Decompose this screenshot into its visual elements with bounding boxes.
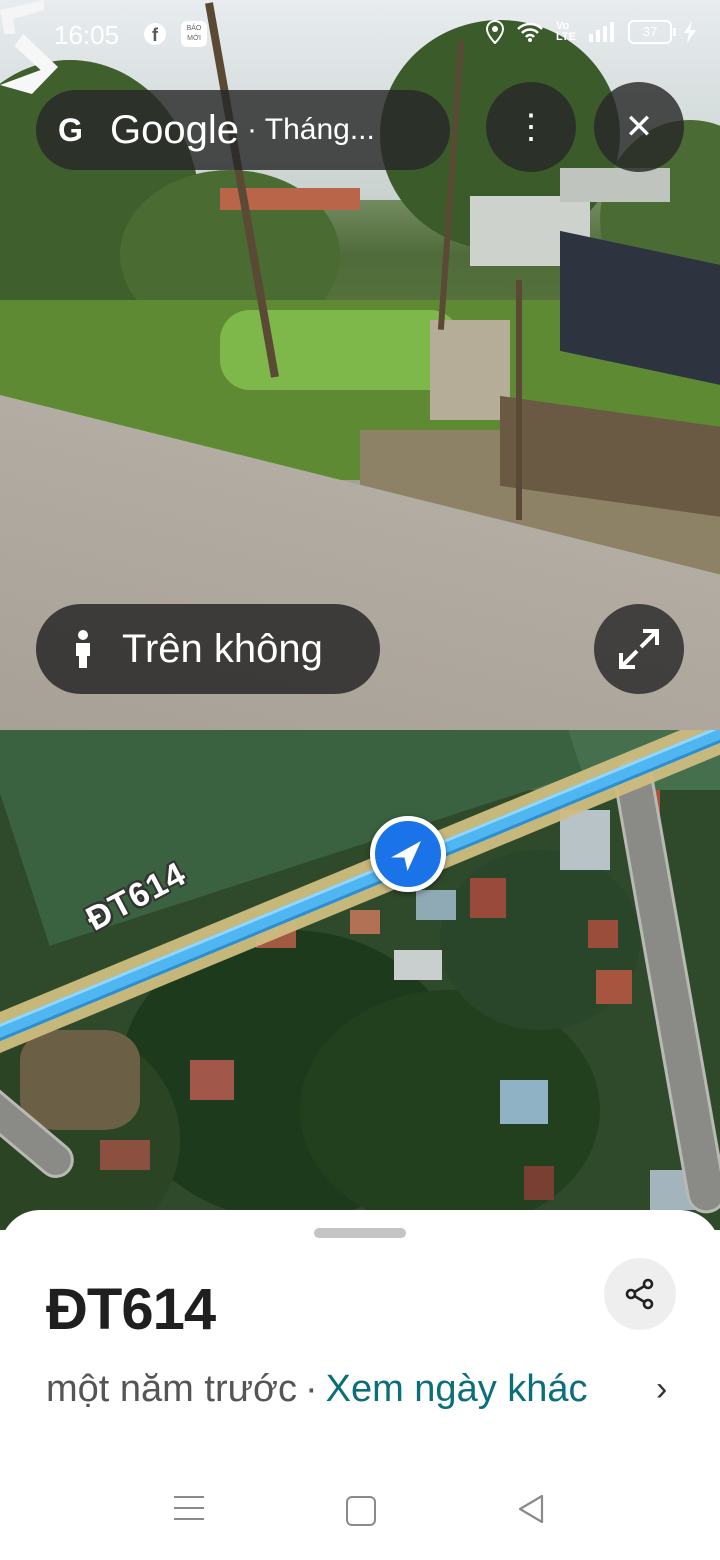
share-icon <box>625 1278 654 1310</box>
building <box>416 890 456 920</box>
google-logo-icon: G <box>58 112 83 148</box>
close-button[interactable]: ✕ <box>594 82 684 172</box>
building <box>596 970 632 1004</box>
building <box>394 950 442 980</box>
expand-button[interactable] <box>594 604 684 694</box>
tree-trunk <box>516 280 522 520</box>
charging-icon <box>684 21 696 43</box>
facebook-icon: f <box>144 23 166 45</box>
baomoi-icon: BÁO MỚI <box>181 21 207 47</box>
building <box>100 1140 150 1170</box>
building <box>524 1166 554 1200</box>
location-icon <box>486 20 505 44</box>
location-marker[interactable] <box>370 816 446 892</box>
wifi-icon <box>517 22 543 42</box>
title-pill[interactable]: G Google · Tháng... <box>36 90 450 170</box>
person-icon <box>76 630 90 668</box>
see-other-dates-link[interactable]: Xem ngày khác <box>326 1368 588 1411</box>
bare-ground <box>20 1030 140 1130</box>
satellite-map[interactable]: ĐT614 <box>0 730 720 1230</box>
building <box>500 1080 548 1124</box>
menu-line <box>174 1518 204 1520</box>
capture-date: một năm trước <box>46 1368 297 1410</box>
volte-icon: Vo LTE <box>556 20 576 43</box>
lawn <box>220 310 460 390</box>
place-title: ĐT614 <box>46 1277 216 1342</box>
share-button[interactable] <box>604 1258 676 1330</box>
building <box>350 910 380 934</box>
drag-handle[interactable] <box>314 1228 406 1238</box>
status-bar: 16:05 f BÁO MỚI Vo LTE 37 <box>0 0 720 72</box>
building <box>588 920 618 948</box>
date-subtitle: · Tháng... <box>246 113 375 146</box>
app-title: Google <box>110 107 239 152</box>
menu-line <box>174 1507 204 1509</box>
back-button[interactable] <box>518 1494 544 1524</box>
house <box>560 168 670 202</box>
chevron-right-icon[interactable]: › <box>656 1370 667 1409</box>
separator: · <box>304 1368 318 1410</box>
aerial-label: Trên không <box>122 626 323 671</box>
more-options-button[interactable]: ⋮ <box>486 82 576 172</box>
recents-button[interactable] <box>174 1496 204 1522</box>
path <box>430 320 510 420</box>
signal-icon <box>589 22 614 42</box>
close-icon: ✕ <box>624 108 654 146</box>
system-nav-bar <box>0 1470 720 1560</box>
building <box>190 1060 234 1100</box>
menu-line <box>174 1496 204 1498</box>
status-icons: Vo LTE 37 <box>486 20 696 44</box>
aerial-view-button[interactable]: Trên không <box>36 604 380 694</box>
navigation-arrow-icon <box>391 841 421 871</box>
status-time: 16:05 <box>54 20 120 50</box>
battery-icon: 37 <box>628 20 676 44</box>
more-vert-icon: ⋮ <box>514 108 548 146</box>
date-line: một năm trước · Xem ngày khác <box>46 1368 588 1411</box>
building <box>470 878 506 918</box>
home-button[interactable] <box>346 1496 376 1526</box>
expand-icon <box>619 629 659 669</box>
building <box>560 810 610 870</box>
